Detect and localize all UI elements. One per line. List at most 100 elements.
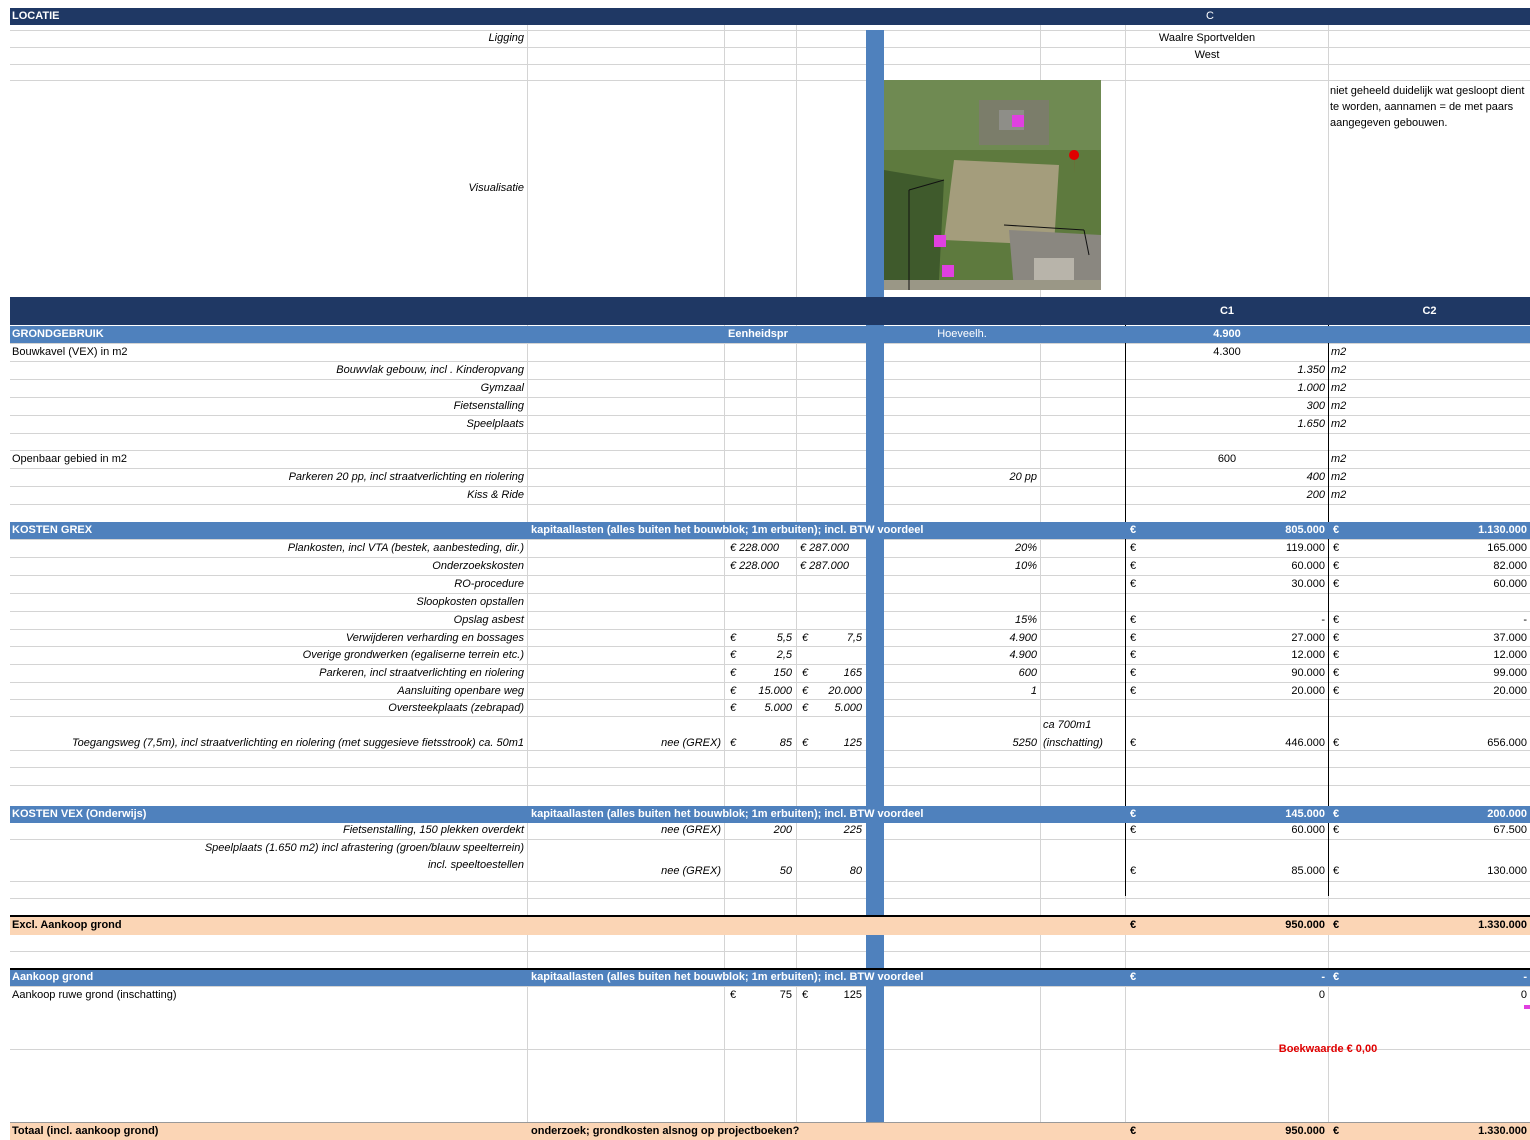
grex-row-c2: 37.000 bbox=[1493, 632, 1527, 644]
grex-row-label: Parkeren, incl straatverlichting en riol… bbox=[319, 667, 524, 679]
item-label: Speelplaats bbox=[466, 418, 525, 430]
totaal-description: onderzoek; grondkosten alsnog op project… bbox=[531, 1125, 800, 1137]
openbaar-unit: m2 bbox=[1331, 453, 1347, 465]
vex-row-c2: 67.500 bbox=[1493, 824, 1527, 836]
grex-row-price1: 150 bbox=[773, 667, 792, 679]
item-label: Fietsenstalling bbox=[453, 400, 524, 412]
item-label: Parkeren 20 pp, incl straatverlichting e… bbox=[288, 471, 524, 483]
grex-row-label: Verwijderen verharding en bossages bbox=[345, 632, 524, 644]
grex-row-price2: 5.000 bbox=[834, 702, 862, 714]
grid-line bbox=[10, 64, 1530, 65]
grex-row-label: Sloopkosten opstallen bbox=[416, 596, 524, 608]
vex-row-price2: 225 bbox=[843, 824, 862, 836]
grex-row-c1: 119.000 bbox=[1286, 542, 1325, 554]
openbaar-value: 600 bbox=[1217, 453, 1237, 465]
aankoop-price1: 75 bbox=[779, 989, 792, 1001]
vex-row-price1: 50 bbox=[779, 865, 792, 877]
grid-line bbox=[10, 80, 1530, 81]
item-unit: m2 bbox=[1331, 489, 1347, 501]
excl-label: Excl. Aankoop grond bbox=[12, 919, 122, 931]
vex-c2-total: 200.000 bbox=[1487, 808, 1527, 820]
vex-row-price1: 200 bbox=[773, 824, 792, 836]
grex-row-label: Plankosten, incl VTA (bestek, aanbestedi… bbox=[287, 542, 524, 554]
grex-row-price1: 2,5 bbox=[776, 649, 792, 661]
grex-row-quantity: 4.900 bbox=[1009, 632, 1037, 644]
vex-row-c2: 130.000 bbox=[1487, 865, 1527, 877]
item-value: 1.350 bbox=[1297, 364, 1325, 376]
totaal-c1: 950.000 bbox=[1285, 1125, 1325, 1137]
grex-row-price1: € 228.000 bbox=[730, 542, 779, 554]
grex-c2-total: 1.130.000 bbox=[1478, 524, 1527, 536]
grex-row-price1: 5.000 bbox=[764, 702, 792, 714]
header-band: LOCATIE C bbox=[10, 8, 1530, 25]
grex-row-quantity: 20% bbox=[1014, 542, 1037, 554]
item-value: 300 bbox=[1306, 400, 1325, 412]
aerial-map-image bbox=[884, 80, 1101, 290]
bouwkavel-value: 4.300 bbox=[1213, 346, 1241, 358]
grex-description: kapitaallasten (alles buiten het bouwblo… bbox=[531, 524, 924, 536]
ligging-label: Ligging bbox=[488, 32, 524, 44]
grex-row-c1: 27.000 bbox=[1291, 632, 1325, 644]
toegang-c2: 656.000 bbox=[1487, 737, 1527, 749]
visualisatie-label: Visualisatie bbox=[468, 182, 524, 194]
aankoop-c2: - bbox=[1523, 971, 1527, 983]
column-c-label: C bbox=[1206, 10, 1214, 22]
grex-row-price2: € 287.000 bbox=[800, 560, 849, 572]
grex-row-label: Onderzoekskosten bbox=[432, 560, 524, 572]
visualisatie-note: niet geheeld duidelijk wat gesloopt dien… bbox=[1330, 85, 1525, 129]
grex-row-label: Overige grondwerken (egaliserne terrein … bbox=[302, 649, 524, 661]
grex-row-c2: 165.000 bbox=[1487, 542, 1527, 554]
item-hoeveelheid: 20 pp bbox=[1009, 471, 1037, 483]
grid-line bbox=[10, 767, 1530, 768]
item-unit: m2 bbox=[1331, 418, 1347, 430]
grex-row-quantity: 4.900 bbox=[1009, 649, 1037, 661]
grid-line bbox=[10, 898, 1530, 899]
vex-c1-total: 145.000 bbox=[1285, 808, 1325, 820]
column-c1-label: C1 bbox=[1219, 305, 1235, 317]
vex-row-price2: 80 bbox=[849, 865, 862, 877]
grondgebruik-band: GRONDGEBRUIK Eenheidspr Hoeveelh. 4.900 bbox=[10, 326, 1530, 343]
item-value: 200 bbox=[1306, 489, 1325, 501]
grex-row-c1: 90.000 bbox=[1291, 667, 1325, 679]
aankoop-c1: - bbox=[1321, 971, 1325, 983]
item-value: 1.650 bbox=[1297, 418, 1325, 430]
excl-c1: 950.000 bbox=[1285, 919, 1325, 931]
toegang-quantity: 5250 bbox=[1012, 737, 1037, 749]
toegang-note: ca 700m1 bbox=[1043, 719, 1092, 731]
excl-c2: 1.330.000 bbox=[1478, 919, 1527, 931]
vex-description: kapitaallasten (alles buiten het bouwblo… bbox=[531, 808, 924, 820]
vex-row-label: Fietsenstalling, 150 plekken overdekt bbox=[343, 824, 524, 836]
locatie-label: LOCATIE bbox=[12, 10, 60, 22]
grex-row-c1: 12.000 bbox=[1291, 649, 1325, 661]
marker-icon bbox=[1524, 1005, 1530, 1009]
aankoop-row-label: Aankoop ruwe grond (inschatting) bbox=[12, 989, 177, 1001]
toegang-price1: 85 bbox=[779, 737, 792, 749]
grex-c1-total: 805.000 bbox=[1285, 524, 1325, 536]
excl-aankoop-band: Excl. Aankoop grond € 950.000 € 1.330.00… bbox=[10, 915, 1530, 935]
grex-row-price1: 5,5 bbox=[776, 632, 792, 644]
grex-row-price2: € 287.000 bbox=[800, 542, 849, 554]
grex-row-label: Opslag asbest bbox=[453, 614, 524, 626]
toegang-label: Toegangsweg (7,5m), incl straatverlichti… bbox=[71, 737, 524, 749]
item-unit: m2 bbox=[1331, 400, 1347, 412]
item-label: Gymzaal bbox=[480, 382, 524, 394]
grex-row-c2: 99.000 bbox=[1493, 667, 1527, 679]
totaal-band: Totaal (incl. aankoop grond) onderzoek; … bbox=[10, 1122, 1530, 1140]
grex-row-price2: 20.000 bbox=[828, 685, 862, 697]
toegang-price2: 125 bbox=[843, 737, 862, 749]
grex-row-c1: - bbox=[1321, 614, 1325, 626]
item-value: 1.000 bbox=[1297, 382, 1325, 394]
aankoop-title: Aankoop grond bbox=[12, 971, 94, 983]
grid-line bbox=[10, 785, 1530, 786]
grid-line bbox=[10, 433, 1530, 434]
grex-row-c1: 60.000 bbox=[1291, 560, 1325, 572]
ligging-value: Waalre Sportvelden bbox=[1158, 32, 1256, 44]
grex-row-price1: 15.000 bbox=[758, 685, 792, 697]
grex-title: KOSTEN GREX bbox=[12, 524, 93, 536]
item-unit: m2 bbox=[1331, 471, 1347, 483]
columns-header-band: C1 C2 bbox=[10, 297, 1530, 325]
grondgebruik-total: 4.900 bbox=[1213, 328, 1241, 340]
item-unit: m2 bbox=[1331, 364, 1347, 376]
toegang-c1: 446.000 bbox=[1285, 737, 1325, 749]
vex-row-c1: 85.000 bbox=[1291, 865, 1325, 877]
